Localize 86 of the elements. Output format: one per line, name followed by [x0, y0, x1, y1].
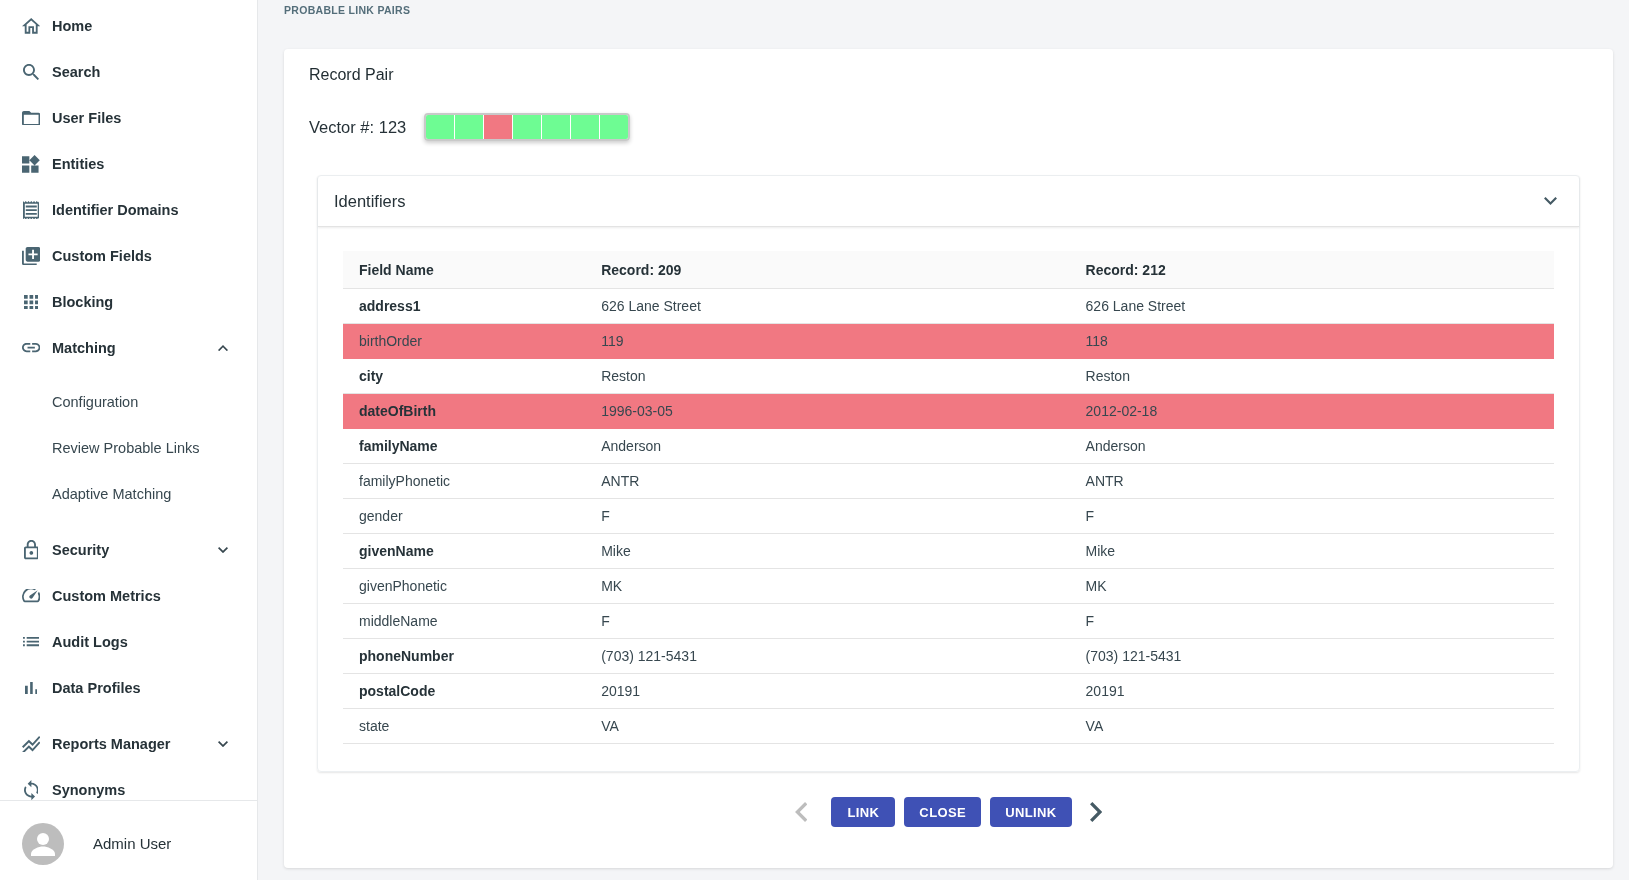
table-cell-text: F: [600, 507, 611, 526]
chevron-down-icon: [1544, 197, 1557, 205]
user-name: Admin User: [93, 834, 172, 854]
next-button[interactable]: [1089, 802, 1103, 822]
card-title: Record Pair: [309, 65, 395, 85]
gauge-icon: [21, 589, 41, 603]
chevron-right-icon: [1089, 802, 1103, 822]
table-cell-text: 119: [600, 332, 625, 351]
panel-header[interactable]: Identifiers: [318, 176, 1579, 227]
nav-item[interactable]: Search: [0, 49, 257, 95]
field-name-cell-text: familyPhonetic: [358, 472, 452, 491]
nav-item[interactable]: Matching: [0, 325, 257, 371]
field-name-cell-text: gender: [358, 507, 404, 526]
table-cell-text: ANTR: [1084, 472, 1125, 491]
link-button[interactable]: LINK: [831, 797, 896, 827]
home-icon: [21, 18, 41, 34]
table-cell-text: Anderson: [600, 437, 663, 456]
table-cell-text: 2012-02-18: [1084, 402, 1159, 421]
table-cell-text: Reston: [1084, 367, 1131, 386]
bar-chart-icon: [24, 681, 38, 695]
field-name-cell-text: address1: [358, 297, 422, 316]
table-cell-text: Mike: [1084, 542, 1117, 561]
line-chart-icon: [21, 735, 41, 753]
column-header: Field Name: [358, 260, 435, 280]
field-name-cell-text: state: [358, 717, 391, 736]
unlink-button[interactable]: UNLINK: [990, 797, 1072, 827]
grid-icon: [23, 294, 39, 310]
receipt-icon: [22, 200, 40, 220]
nav-item[interactable]: Security: [0, 527, 257, 573]
table-cell-text: ANTR: [600, 472, 641, 491]
table-cell-text: 118: [1084, 332, 1109, 351]
table-cell-text: Reston: [600, 367, 647, 386]
close-button[interactable]: CLOSE: [904, 797, 982, 827]
field-name-cell-text: middleName: [358, 612, 439, 631]
chevron-left-icon: [794, 802, 808, 822]
link-icon: [21, 343, 41, 353]
table-cell-text: (703) 121-5431: [1084, 647, 1183, 666]
page-title: PROBABLE LINK PAIRS: [284, 3, 412, 18]
nav-item[interactable]: Reports Manager: [0, 721, 257, 767]
avatar-icon[interactable]: [22, 823, 64, 865]
add-library-icon: [21, 246, 41, 266]
nav-item[interactable]: Custom Metrics: [0, 573, 257, 619]
nav-item[interactable]: Custom Fields: [0, 233, 257, 279]
column-header: Record: 212: [1084, 260, 1167, 280]
nav-item[interactable]: Home: [0, 3, 257, 49]
field-name-cell-text: birthOrder: [358, 332, 424, 351]
nav-item[interactable]: Entities: [0, 141, 257, 187]
nav-item[interactable]: Synonyms: [0, 767, 257, 800]
column-header: Record: 209: [600, 260, 683, 280]
table-cell-text: VA: [600, 717, 620, 736]
table-cell-text: VA: [1084, 717, 1105, 736]
nav-item[interactable]: Identifier Domains: [0, 187, 257, 233]
nav-item[interactable]: User Files: [0, 95, 257, 141]
table-cell-text: F: [1084, 612, 1096, 631]
field-name-cell-text: postalCode: [358, 682, 437, 701]
table-cell-text: 626 Lane Street: [1084, 297, 1187, 316]
sync-icon: [23, 779, 39, 800]
table-cell-text: 626 Lane Street: [600, 297, 702, 316]
table-cell-text: 20191: [600, 682, 642, 701]
table-cell-text: 1996-03-05: [600, 402, 674, 421]
field-name-cell-text: givenPhonetic: [358, 577, 448, 596]
nav-item[interactable]: Audit Logs: [0, 619, 257, 665]
table-cell-text: MK: [1084, 577, 1108, 596]
list-icon: [22, 637, 40, 647]
folder-icon: [21, 110, 41, 126]
table-cell-text: MK: [600, 577, 624, 596]
table-cell-text: F: [600, 612, 611, 631]
nav-item[interactable]: Data Profiles: [0, 665, 257, 711]
lock-icon: [23, 540, 39, 560]
nav-subitem[interactable]: Adaptive Matching: [0, 471, 257, 517]
table-cell-text: 20191: [1084, 682, 1126, 701]
nav-subitem[interactable]: Configuration: [0, 379, 257, 425]
table-cell-text: F: [1084, 507, 1096, 526]
field-name-cell-text: familyName: [358, 437, 439, 456]
shapes-icon: [22, 155, 40, 173]
nav-item[interactable]: Blocking: [0, 279, 257, 325]
field-name-cell-text: city: [358, 367, 385, 386]
field-name-cell-text: phoneNumber: [358, 647, 455, 666]
table-cell-text: (703) 121-5431: [600, 647, 698, 666]
table-cell-text: Anderson: [1084, 437, 1147, 456]
field-name-cell-text: dateOfBirth: [358, 402, 437, 421]
vector-label: Vector #: 123: [309, 117, 407, 137]
table-cell-text: Mike: [600, 542, 632, 561]
field-name-cell-text: givenName: [358, 542, 435, 561]
search-icon: [22, 63, 40, 81]
nav-subitem[interactable]: Review Probable Links: [0, 425, 257, 471]
